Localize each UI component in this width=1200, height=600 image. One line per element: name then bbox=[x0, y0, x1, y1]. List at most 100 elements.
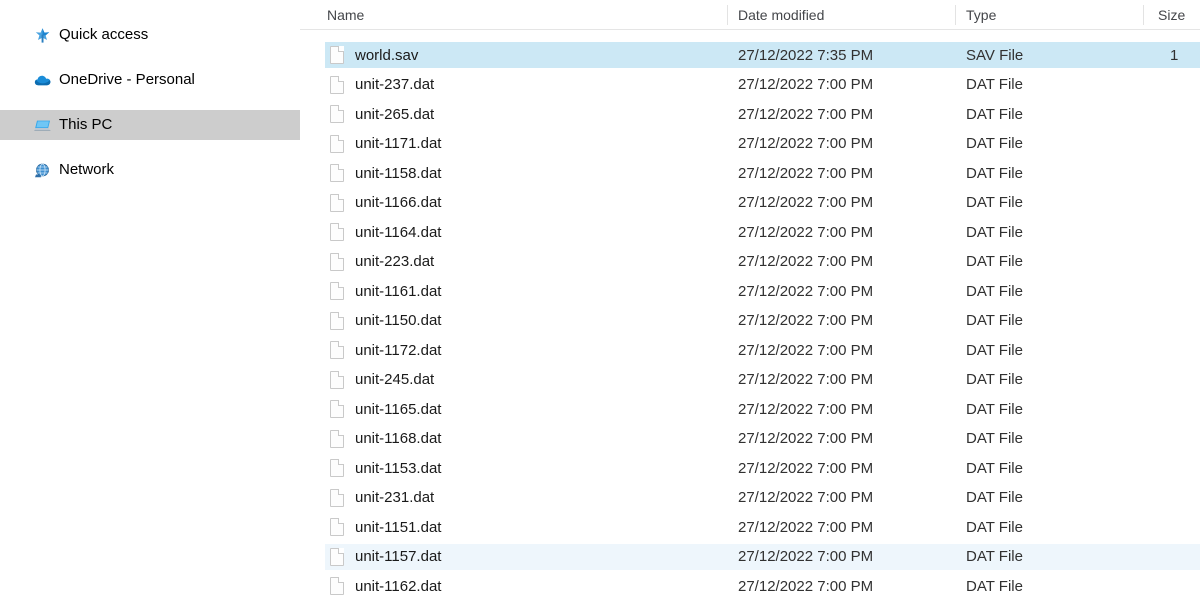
table-row[interactable]: unit-1150.dat 27/12/2022 7:00 PM DAT File bbox=[325, 308, 1200, 334]
column-header-date[interactable]: Date modified bbox=[738, 0, 824, 30]
table-row[interactable]: unit-1158.dat 27/12/2022 7:00 PM DAT File bbox=[325, 160, 1200, 186]
cell-date: 27/12/2022 7:00 PM bbox=[738, 400, 874, 418]
table-row[interactable]: unit-1164.dat 27/12/2022 7:00 PM DAT File bbox=[325, 219, 1200, 245]
cell-type: DAT File bbox=[966, 253, 1023, 270]
column-divider-0[interactable] bbox=[727, 5, 728, 25]
table-row[interactable]: unit-223.dat 27/12/2022 7:00 PM DAT File bbox=[325, 249, 1200, 275]
column-header-name[interactable]: Name bbox=[327, 0, 364, 30]
cell-type: DAT File bbox=[966, 282, 1023, 300]
file-icon bbox=[330, 282, 344, 300]
column-header-size[interactable]: Size bbox=[1158, 0, 1185, 30]
file-icon bbox=[330, 105, 344, 123]
pin-star-icon bbox=[34, 27, 51, 44]
cell-date: 27/12/2022 7:00 PM bbox=[738, 548, 874, 565]
file-icon bbox=[330, 252, 344, 271]
file-icon bbox=[330, 577, 344, 595]
network-icon bbox=[34, 162, 51, 179]
cell-date: 27/12/2022 7:00 PM bbox=[738, 489, 874, 506]
file-icon bbox=[330, 311, 344, 330]
sidebar-item-label: Network bbox=[59, 161, 115, 178]
file-icon bbox=[330, 488, 344, 507]
cell-name: unit-1171.dat bbox=[355, 135, 442, 152]
sidebar-item-this-pc[interactable]: This PC bbox=[0, 110, 300, 140]
cell-type: DAT File bbox=[966, 548, 1023, 565]
cell-date: 27/12/2022 7:00 PM bbox=[738, 282, 874, 300]
cell-date: 27/12/2022 7:00 PM bbox=[738, 577, 874, 595]
table-row[interactable]: unit-1171.dat 27/12/2022 7:00 PM DAT File bbox=[325, 131, 1200, 157]
cell-name: unit-1168.dat bbox=[355, 430, 442, 447]
cell-date: 27/12/2022 7:00 PM bbox=[738, 105, 874, 123]
table-row[interactable]: unit-265.dat 27/12/2022 7:00 PM DAT File bbox=[325, 101, 1200, 127]
cell-type: DAT File bbox=[966, 312, 1023, 329]
table-row[interactable]: unit-245.dat 27/12/2022 7:00 PM DAT File bbox=[325, 367, 1200, 393]
cell-name: unit-1162.dat bbox=[355, 577, 442, 595]
sidebar-item-label: Quick access bbox=[59, 26, 149, 43]
cell-date: 27/12/2022 7:00 PM bbox=[738, 253, 874, 270]
cell-date: 27/12/2022 7:00 PM bbox=[738, 76, 874, 93]
cell-type: DAT File bbox=[966, 430, 1023, 447]
cell-name: unit-1153.dat bbox=[355, 459, 442, 477]
column-header-type[interactable]: Type bbox=[966, 0, 996, 30]
file-icon bbox=[330, 370, 344, 389]
file-icon bbox=[330, 341, 344, 359]
table-row[interactable]: unit-1168.dat 27/12/2022 7:00 PM DAT File bbox=[325, 426, 1200, 452]
cell-type: DAT File bbox=[966, 341, 1023, 359]
cell-name: unit-237.dat bbox=[355, 76, 435, 93]
file-icon bbox=[330, 400, 344, 418]
file-icon bbox=[330, 75, 344, 94]
cell-name: unit-265.dat bbox=[355, 105, 435, 123]
table-row[interactable]: world.sav 27/12/2022 7:35 PM SAV File 1 bbox=[325, 42, 1200, 68]
file-list-rows: world.sav 27/12/2022 7:35 PM SAV File 1 unit… bbox=[300, 42, 1200, 600]
navigation-pane: Quick access OneDrive - Personal This PC Ne… bbox=[0, 0, 300, 600]
cell-date: 27/12/2022 7:00 PM bbox=[738, 194, 874, 211]
file-icon bbox=[330, 46, 344, 64]
table-row[interactable]: unit-231.dat 27/12/2022 7:00 PM DAT File bbox=[325, 485, 1200, 511]
cell-date: 27/12/2022 7:35 PM bbox=[738, 46, 874, 64]
column-divider-2[interactable] bbox=[1143, 5, 1144, 25]
sidebar-item-quick-access[interactable]: Quick access bbox=[0, 20, 300, 50]
sidebar-item-label: OneDrive - Personal bbox=[59, 71, 195, 88]
sidebar-item-network[interactable]: Network bbox=[0, 155, 300, 185]
cell-type: DAT File bbox=[966, 489, 1023, 506]
sidebar-item-onedrive-personal[interactable]: OneDrive - Personal bbox=[0, 65, 300, 95]
sidebar-item-label: This PC bbox=[59, 116, 113, 133]
file-icon bbox=[330, 164, 344, 182]
table-row[interactable]: unit-1165.dat 27/12/2022 7:00 PM DAT File bbox=[325, 396, 1200, 422]
cell-type: DAT File bbox=[966, 400, 1023, 418]
file-icon bbox=[330, 547, 344, 566]
cell-name: unit-1157.dat bbox=[355, 548, 442, 565]
file-icon bbox=[330, 193, 344, 212]
file-explorer-window: Quick access OneDrive - Personal This PC Ne… bbox=[0, 0, 1200, 600]
column-divider-1[interactable] bbox=[955, 5, 956, 25]
table-row[interactable]: unit-237.dat 27/12/2022 7:00 PM DAT File bbox=[325, 72, 1200, 98]
file-icon bbox=[330, 429, 344, 448]
cloud-icon bbox=[34, 72, 51, 89]
cell-date: 27/12/2022 7:00 PM bbox=[738, 135, 874, 152]
table-row[interactable]: unit-1162.dat 27/12/2022 7:00 PM DAT File bbox=[325, 573, 1200, 599]
table-row[interactable]: unit-1161.dat 27/12/2022 7:00 PM DAT File bbox=[325, 278, 1200, 304]
cell-type: DAT File bbox=[966, 223, 1023, 241]
cell-type: DAT File bbox=[966, 135, 1023, 152]
cell-name: unit-245.dat bbox=[355, 371, 435, 388]
file-icon bbox=[330, 459, 344, 477]
table-row[interactable]: unit-1172.dat 27/12/2022 7:00 PM DAT File bbox=[325, 337, 1200, 363]
cell-name: unit-1166.dat bbox=[355, 194, 442, 211]
table-row[interactable]: unit-1151.dat 27/12/2022 7:00 PM DAT File bbox=[325, 514, 1200, 540]
cell-name: unit-1150.dat bbox=[355, 312, 442, 329]
file-icon bbox=[330, 518, 344, 536]
cell-name: unit-1164.dat bbox=[355, 223, 442, 241]
cell-date: 27/12/2022 7:00 PM bbox=[738, 223, 874, 241]
cell-name: unit-1158.dat bbox=[355, 164, 442, 182]
cell-date: 27/12/2022 7:00 PM bbox=[738, 459, 874, 477]
cell-name: unit-231.dat bbox=[355, 489, 435, 506]
cell-date: 27/12/2022 7:00 PM bbox=[738, 371, 874, 388]
table-row[interactable]: unit-1153.dat 27/12/2022 7:00 PM DAT File bbox=[325, 455, 1200, 481]
table-row[interactable]: unit-1157.dat 27/12/2022 7:00 PM DAT File bbox=[325, 543, 1200, 570]
cell-name: unit-1172.dat bbox=[355, 341, 442, 359]
cell-type: DAT File bbox=[966, 76, 1023, 93]
table-row[interactable]: unit-1166.dat 27/12/2022 7:00 PM DAT File bbox=[325, 190, 1200, 216]
cell-type: DAT File bbox=[966, 518, 1023, 536]
cell-date: 27/12/2022 7:00 PM bbox=[738, 341, 874, 359]
cell-date: 27/12/2022 7:00 PM bbox=[738, 312, 874, 329]
cell-name: unit-1165.dat bbox=[355, 400, 442, 418]
